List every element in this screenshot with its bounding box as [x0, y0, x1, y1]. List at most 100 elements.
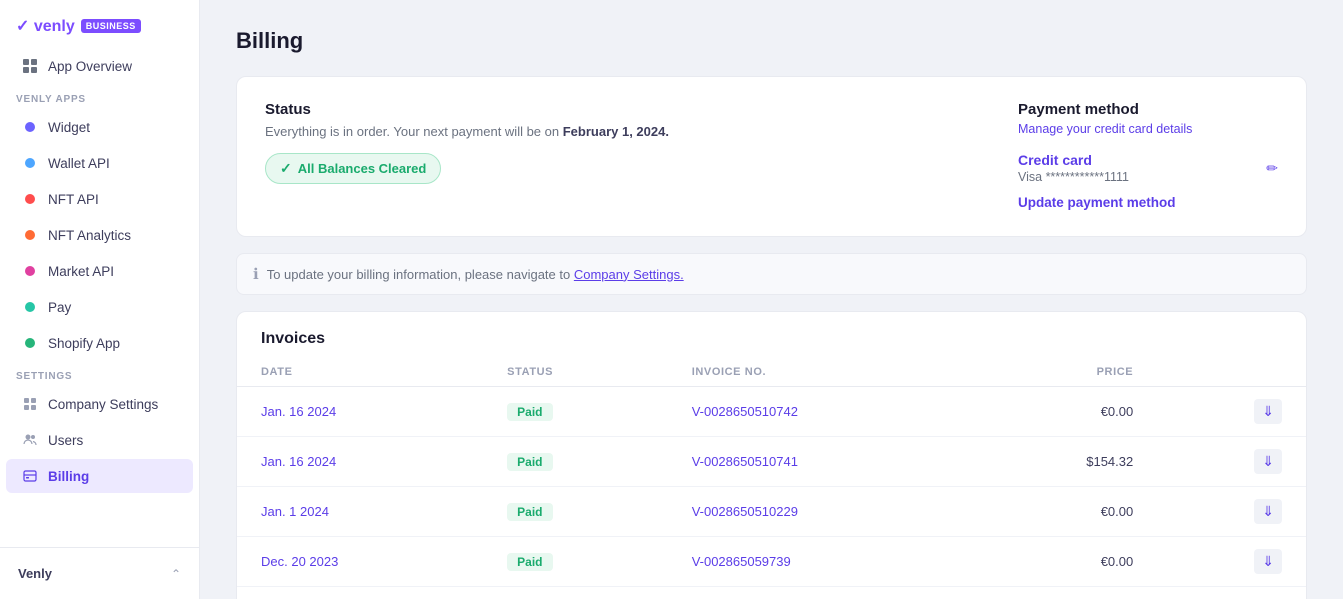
col-price: PRICE [971, 358, 1158, 387]
col-download [1157, 358, 1306, 387]
sidebar-item-company-settings[interactable]: Company Settings [6, 387, 193, 421]
sidebar-item-widget[interactable]: Widget [6, 110, 193, 144]
sidebar-item-market-api[interactable]: Market API [6, 254, 193, 288]
status-payment-row: Status Everything is in order. Your next… [265, 101, 1278, 212]
settings-section-label: SETTINGS [0, 361, 199, 386]
download-button-3[interactable]: ⇓ [1254, 549, 1282, 574]
sidebar-item-shopify-app-label: Shopify App [48, 336, 120, 351]
page-title: Billing [236, 28, 1307, 54]
payment-method-title: Payment method [1018, 101, 1278, 118]
apps-section-label: VENLY APPS [0, 84, 199, 109]
invoice-price-1: $154.32 [971, 437, 1158, 487]
status-description: Everything is in order. Your next paymen… [265, 124, 669, 139]
app-overview-label: App Overview [48, 59, 132, 74]
credit-card-info: Credit card Visa ************1111 [1018, 152, 1129, 184]
sidebar-item-wallet-api[interactable]: Wallet API [6, 146, 193, 180]
credit-card-row: Credit card Visa ************1111 ✏ [1018, 152, 1278, 184]
invoices-body: Jan. 16 2024 Paid V-0028650510742 €0.00 … [237, 387, 1306, 599]
sidebar-item-shopify-app[interactable]: Shopify App [6, 326, 193, 360]
wallet-api-icon [22, 155, 38, 171]
table-row: Jan. 16 2024 Paid V-0028650510741 $154.3… [237, 437, 1306, 487]
logo: ✓ venly BUSINESS [16, 16, 141, 36]
invoice-price-4: €0.00 [971, 587, 1158, 599]
invoice-status-1: Paid [483, 437, 668, 487]
nft-api-icon [22, 191, 38, 207]
company-settings-icon [22, 396, 38, 412]
sidebar-item-nft-analytics[interactable]: NFT Analytics [6, 218, 193, 252]
info-icon: ℹ [253, 265, 259, 283]
logo-venly-text: ✓ venly [16, 16, 75, 36]
payment-method-section: Payment method Manage your credit card d… [1018, 101, 1278, 212]
col-date: DATE [237, 358, 483, 387]
badge-text: All Balances Cleared [298, 161, 427, 176]
paid-badge-3: Paid [507, 553, 552, 571]
invoice-status-0: Paid [483, 387, 668, 437]
invoice-status-2: Paid [483, 487, 668, 537]
status-title: Status [265, 101, 669, 118]
logo-area: ✓ venly BUSINESS [0, 0, 199, 48]
sidebar-item-wallet-api-label: Wallet API [48, 156, 110, 171]
sidebar-item-pay-label: Pay [48, 300, 71, 315]
sidebar-item-users-label: Users [48, 433, 83, 448]
invoice-link-3[interactable]: V-002865059739 [692, 554, 791, 569]
grid-icon [22, 58, 38, 74]
sidebar-item-pay[interactable]: Pay [6, 290, 193, 324]
sidebar-item-users[interactable]: Users [6, 423, 193, 457]
invoice-price-3: €0.00 [971, 537, 1158, 587]
workspace-selector[interactable]: Venly ⌃ [6, 558, 193, 589]
manage-link[interactable]: Manage your credit card details [1018, 122, 1192, 136]
company-settings-link[interactable]: Company Settings. [574, 267, 684, 282]
logo-badge: BUSINESS [81, 19, 141, 33]
pay-icon [22, 299, 38, 315]
invoice-link-0[interactable]: V-0028650510742 [692, 404, 798, 419]
paid-badge-0: Paid [507, 403, 552, 421]
sidebar-item-company-settings-label: Company Settings [48, 397, 158, 412]
invoice-number-1: V-0028650510741 [668, 437, 971, 487]
invoices-header: Invoices [237, 312, 1306, 358]
check-icon: ✓ [280, 160, 292, 177]
info-banner: ℹ To update your billing information, pl… [236, 253, 1307, 295]
invoice-status-3: Paid [483, 537, 668, 587]
invoice-download-0: ⇓ [1157, 387, 1306, 437]
invoices-table-wrap: DATE STATUS INVOICE NO. PRICE Jan. 16 20… [237, 358, 1306, 599]
invoice-download-2: ⇓ [1157, 487, 1306, 537]
invoice-download-3: ⇓ [1157, 537, 1306, 587]
status-payment-card: Status Everything is in order. Your next… [236, 76, 1307, 237]
sidebar-item-nft-api-label: NFT API [48, 192, 99, 207]
widget-icon [22, 119, 38, 135]
main-content: Billing Status Everything is in order. Y… [200, 0, 1343, 599]
download-button-1[interactable]: ⇓ [1254, 449, 1282, 474]
table-row: Nov. 1 2023 Paid V-002865058007 €0.00 ⇓ [237, 587, 1306, 599]
download-button-2[interactable]: ⇓ [1254, 499, 1282, 524]
manage-link-text: Manage your credit card details [1018, 122, 1278, 136]
card-type: Credit card [1018, 152, 1129, 168]
sidebar-item-billing[interactable]: Billing [6, 459, 193, 493]
update-payment-method-link[interactable]: Update payment method [1018, 195, 1176, 210]
invoice-date-1: Jan. 16 2024 [237, 437, 483, 487]
invoice-date-4: Nov. 1 2023 [237, 587, 483, 599]
invoice-date-2: Jan. 1 2024 [237, 487, 483, 537]
download-button-0[interactable]: ⇓ [1254, 399, 1282, 424]
sidebar-item-app-overview[interactable]: App Overview [6, 49, 193, 83]
invoice-date-3: Dec. 20 2023 [237, 537, 483, 587]
sidebar-item-nft-api[interactable]: NFT API [6, 182, 193, 216]
all-balances-cleared-badge: ✓ All Balances Cleared [265, 153, 441, 184]
invoices-table: DATE STATUS INVOICE NO. PRICE Jan. 16 20… [237, 358, 1306, 599]
invoice-link-1[interactable]: V-0028650510741 [692, 454, 798, 469]
sidebar-item-billing-label: Billing [48, 469, 89, 484]
invoice-download-4: ⇓ [1157, 587, 1306, 599]
table-row: Dec. 20 2023 Paid V-002865059739 €0.00 ⇓ [237, 537, 1306, 587]
invoice-link-2[interactable]: V-0028650510229 [692, 504, 798, 519]
workspace-name: Venly [18, 566, 52, 581]
invoice-price-2: €0.00 [971, 487, 1158, 537]
table-row: Jan. 1 2024 Paid V-0028650510229 €0.00 ⇓ [237, 487, 1306, 537]
invoice-number-3: V-002865059739 [668, 537, 971, 587]
invoice-date-0: Jan. 16 2024 [237, 387, 483, 437]
shopify-app-icon [22, 335, 38, 351]
table-row: Jan. 16 2024 Paid V-0028650510742 €0.00 … [237, 387, 1306, 437]
edit-card-icon[interactable]: ✏ [1266, 160, 1278, 177]
paid-badge-1: Paid [507, 453, 552, 471]
info-text: To update your billing information, plea… [267, 267, 684, 282]
sidebar-item-widget-label: Widget [48, 120, 90, 135]
invoice-number-0: V-0028650510742 [668, 387, 971, 437]
